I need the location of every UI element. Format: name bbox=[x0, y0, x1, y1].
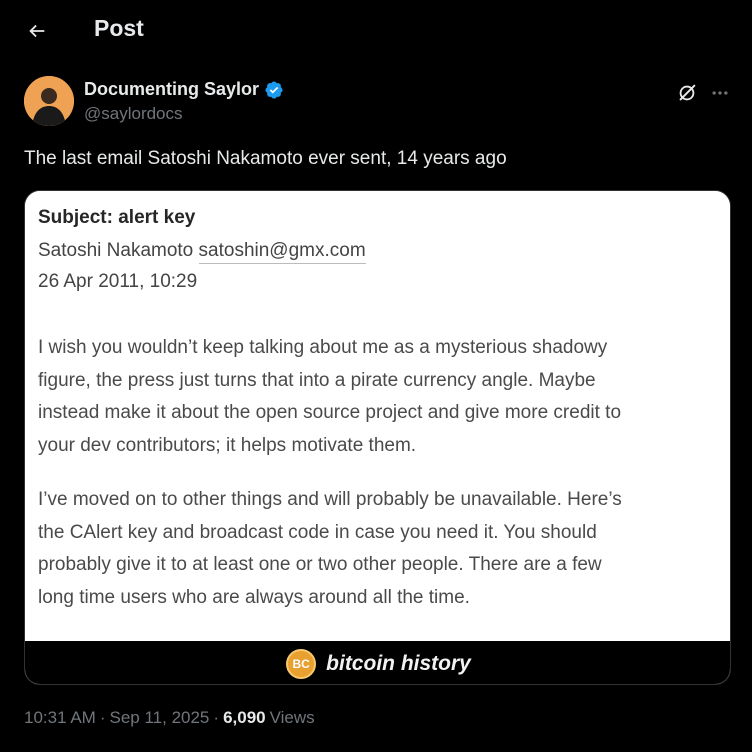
banner-text: bitcoin history bbox=[326, 651, 471, 675]
email-paragraph-2: I’ve moved on to other things and will p… bbox=[38, 484, 718, 614]
back-arrow-icon bbox=[29, 24, 45, 38]
more-options-button[interactable] bbox=[707, 80, 733, 106]
email-from: Satoshi Nakamoto satoshin@gmx.com bbox=[38, 240, 718, 268]
avatar[interactable] bbox=[24, 76, 74, 126]
bitcoin-history-banner: BC bitcoin history bbox=[25, 641, 730, 684]
post-date[interactable]: Sep 11, 2025 bbox=[110, 708, 210, 728]
email-line: I wish you wouldn’t keep talking about m… bbox=[38, 337, 608, 358]
email-paragraph-1: I wish you wouldn’t keep talking about m… bbox=[38, 332, 718, 462]
views-count: 6,090 bbox=[223, 708, 266, 727]
post-text: The last email Satoshi Nakamoto ever sen… bbox=[24, 148, 507, 169]
email-line: the CAlert key and broadcast code in cas… bbox=[38, 521, 597, 543]
post-time[interactable]: 10:31 AM bbox=[24, 708, 96, 728]
bitcoin-logo-icon: BC bbox=[286, 648, 317, 679]
author-name[interactable]: Documenting Saylor bbox=[84, 79, 259, 100]
author-section: Documenting Saylor @saylordocs bbox=[24, 76, 730, 128]
author-name-row: Documenting Saylor bbox=[84, 79, 284, 100]
back-button[interactable] bbox=[20, 14, 54, 48]
views-label: Views bbox=[269, 708, 315, 727]
email-line: long time users who are always around al… bbox=[38, 586, 470, 608]
header: Post bbox=[0, 0, 752, 58]
grok-icon bbox=[679, 84, 696, 101]
author-handle[interactable]: @saylordocs bbox=[84, 104, 183, 124]
post-meta: 10:31 AM · Sep 11, 2025 · 6,090 Views bbox=[24, 708, 315, 728]
page-title: Post bbox=[94, 15, 144, 41]
avatar-image bbox=[24, 76, 74, 126]
post-image[interactable]: Subject: alert key Satoshi Nakamoto sato… bbox=[24, 190, 731, 685]
email-from-name: Satoshi Nakamoto bbox=[38, 240, 194, 261]
email-line: instead make it about the open source pr… bbox=[38, 402, 622, 423]
email-screenshot: Subject: alert key Satoshi Nakamoto sato… bbox=[25, 191, 730, 641]
email-line: your dev contributors; it helps motivate… bbox=[38, 434, 417, 456]
email-line: figure, the press just turns that into a… bbox=[38, 369, 596, 391]
email-line: I’ve moved on to other things and will p… bbox=[38, 489, 622, 510]
verified-badge-icon[interactable] bbox=[264, 80, 284, 100]
email-subject: Subject: alert key bbox=[38, 207, 196, 228]
email-from-address: satoshin@gmx.com bbox=[198, 240, 366, 264]
meta-separator: · bbox=[213, 708, 220, 727]
email-line: probably give it to at least one or two … bbox=[38, 554, 602, 575]
grok-button[interactable] bbox=[674, 80, 700, 106]
email-date: 26 Apr 2011, 10:29 bbox=[38, 271, 198, 292]
more-icon bbox=[712, 91, 728, 95]
meta-separator: · bbox=[99, 708, 106, 727]
